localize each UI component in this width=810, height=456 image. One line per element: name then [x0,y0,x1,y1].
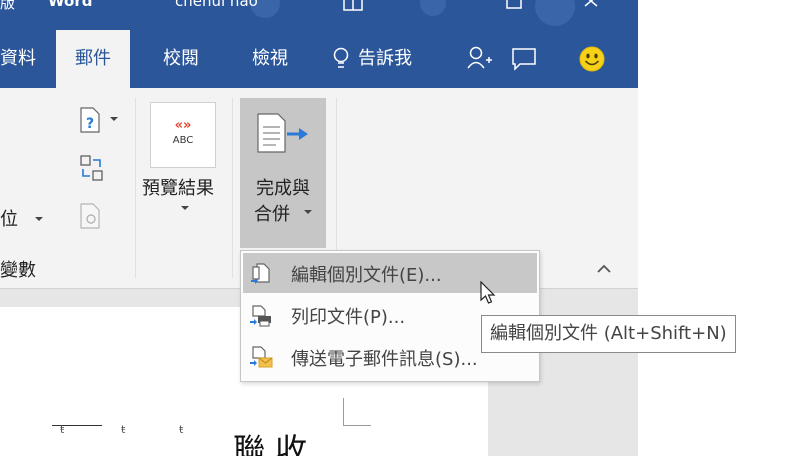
finish-merge-button[interactable]: 完成與 合併 [240,98,326,248]
preview-results-icon[interactable]: «» ABC [150,102,216,168]
ribbon-fragment-label: 位 [0,209,18,230]
title-decoration [535,0,575,26]
shortcut-tooltip: 編輯個別文件 (Alt+Shift+N) [481,315,736,353]
group-label: 變數 [0,260,36,281]
ribbon-display-icon[interactable] [342,0,364,16]
share-icon[interactable] [466,46,494,72]
document-text: 聯 收 [233,431,308,456]
menu-item-label: 列印文件(P)... [291,307,406,328]
finish-merge-label: 合併 [254,204,290,225]
maximize-icon[interactable] [505,0,525,14]
mouse-cursor-icon [480,281,496,304]
paragraph-mark: ŧ [179,423,184,436]
comments-icon[interactable] [511,47,539,73]
lightbulb-icon[interactable] [332,47,350,73]
printer-icon [250,305,271,327]
tab-references[interactable]: 資料 [0,30,36,88]
menu-item-label: 傳送電子郵件訊息(S)... [291,349,478,370]
margin-marker [343,398,344,425]
close-icon[interactable] [583,0,603,14]
dropdown-arrow-icon[interactable] [34,216,44,224]
paragraph-mark: ŧ [121,423,126,436]
finish-merge-icon [257,113,308,153]
tab-review[interactable]: 校閱 [163,30,199,88]
tell-me-label[interactable]: 告訴我 [358,30,412,88]
update-labels-icon [80,203,100,229]
user-name[interactable]: chenui hao [175,0,258,10]
edit-documents-icon [251,263,270,284]
title-fragment: 版 [0,0,16,12]
word-window: 版 Word chenui hao 資料 郵件 校閱 檢視 告訴我 位 變數 ?… [0,0,638,456]
tab-view[interactable]: 檢視 [252,30,288,88]
ribbon-tabs: 資料 郵件 校閱 檢視 告訴我 [0,30,638,88]
smiley-feedback-icon[interactable] [578,45,606,73]
title-decoration [420,0,446,16]
finish-merge-label: 完成與 [256,178,310,199]
app-name: Word [48,0,93,10]
dropdown-arrow-icon[interactable] [180,205,190,213]
ribbon-separator [232,98,233,278]
email-icon [250,346,273,368]
menu-item-label: 編輯個別文件(E)... [291,265,442,286]
paragraph-mark: ŧ [60,423,65,436]
match-fields-icon[interactable] [78,154,106,184]
svg-text:?: ? [86,116,94,132]
margin-marker [343,425,371,426]
dropdown-arrow-icon [304,210,312,214]
tab-mailings[interactable]: 郵件 [56,30,130,88]
rules-icon[interactable]: ? [78,106,122,134]
title-bar: 版 Word chenui hao [0,0,638,30]
ribbon-separator [135,98,136,278]
preview-results-button[interactable]: 預覽結果 [142,174,214,200]
collapse-ribbon-icon[interactable] [596,264,612,274]
